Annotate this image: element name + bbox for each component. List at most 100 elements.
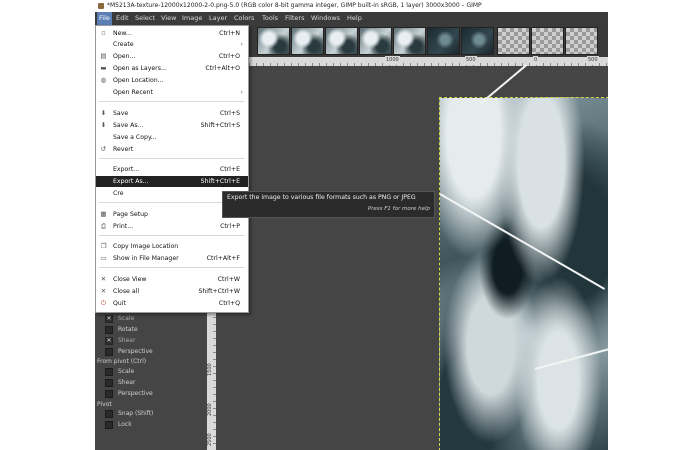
menu-item-export-as[interactable]: Export As... Shift+Ctrl+E: [96, 176, 248, 187]
tooltip-text: Export the image to various file formats…: [227, 194, 416, 201]
checkbox[interactable]: [105, 367, 113, 376]
image-tabs: [247, 25, 608, 57]
menu-item-label: Print...: [113, 223, 134, 230]
option-pivot-perspective[interactable]: Perspective: [105, 389, 153, 399]
option-shear[interactable]: ✕ Shear: [105, 336, 135, 346]
window-title: *M5213A-texture-12000x12000-2-0.png-5.0 …: [107, 2, 482, 9]
menu-item-label: Copy Image Location: [113, 243, 179, 250]
menu-item-save-copy[interactable]: Save a Copy...: [96, 132, 248, 143]
menu-item-create[interactable]: Create ›: [96, 39, 248, 50]
menu-item-shortcut: Ctrl+N: [219, 30, 240, 37]
menu-item-label: Export...: [113, 166, 140, 173]
image-tab-thumbnail[interactable]: [325, 27, 358, 55]
menu-item-open-as-layers[interactable]: ▬ Open as Layers... Ctrl+Alt+O: [96, 63, 248, 74]
menu-separator: [99, 158, 244, 159]
option-pivot-shear[interactable]: Shear: [105, 378, 135, 388]
menu-tools[interactable]: Tools: [260, 12, 280, 25]
menu-item-quit[interactable]: ⏻ Quit Ctrl+Q: [96, 298, 248, 309]
menu-item-close-all[interactable]: ✕ Close all Shift+Ctrl+W: [96, 286, 248, 297]
menu-item-open[interactable]: ▤ Open... Ctrl+O: [96, 51, 248, 62]
menu-help[interactable]: Help: [345, 12, 364, 25]
menu-separator: [99, 235, 244, 236]
layers-icon: ▬: [100, 64, 107, 72]
option-snap[interactable]: Snap (Shift): [105, 409, 153, 419]
checkbox-checked[interactable]: ✕: [105, 314, 113, 323]
menu-item-close-view[interactable]: ✕ Close View Ctrl+W: [96, 274, 248, 285]
save-icon: ⬇: [100, 109, 107, 117]
submenu-arrow-icon: ›: [240, 89, 243, 96]
menu-item-label: Open Location...: [113, 77, 164, 84]
option-rotate[interactable]: Rotate: [105, 325, 138, 335]
checkbox[interactable]: [105, 378, 113, 387]
option-pivot-scale[interactable]: Scale: [105, 367, 134, 377]
menu-item-shortcut: Shift+Ctrl+W: [198, 288, 240, 295]
image-tab-thumbnail[interactable]: [427, 27, 460, 55]
road-line: [439, 193, 606, 290]
save-as-icon: ⬇: [100, 121, 107, 129]
menu-item-export[interactable]: Export... Ctrl+E: [96, 164, 248, 175]
image-tab-thumbnail[interactable]: [461, 27, 494, 55]
menu-item-shortcut: Shift+Ctrl+E: [200, 178, 240, 185]
menu-item-revert[interactable]: ↺ Revert: [96, 144, 248, 155]
menu-colors[interactable]: Colors: [232, 12, 256, 25]
menu-view[interactable]: View: [159, 12, 178, 25]
checkbox-checked[interactable]: ✕: [105, 336, 113, 345]
option-scale[interactable]: ✕ Scale: [105, 314, 134, 324]
tool-options-panel: ✕ Scale Rotate ✕ Shear Perspective From pi…: [95, 310, 207, 450]
image-tab-thumbnail[interactable]: [497, 27, 530, 55]
option-label: Lock: [118, 421, 132, 428]
globe-icon: ◍: [100, 76, 107, 84]
menu-edit[interactable]: Edit: [114, 12, 131, 25]
menu-filters[interactable]: Filters: [283, 12, 306, 25]
option-label: Shear: [118, 337, 136, 344]
option-label: Scale: [118, 315, 135, 322]
option-label: Perspective: [118, 390, 153, 397]
menu-layer[interactable]: Layer: [207, 12, 229, 25]
image-tab-thumbnail[interactable]: [291, 27, 324, 55]
menu-item-shortcut: Ctrl+S: [219, 110, 240, 117]
menu-item-show-in-file-manager[interactable]: ▭ Show in File Manager Ctrl+Alt+F: [96, 253, 248, 264]
menu-image[interactable]: Image: [180, 12, 204, 25]
option-perspective[interactable]: Perspective: [105, 347, 153, 357]
menu-windows[interactable]: Windows: [309, 12, 342, 25]
aerial-image-layer[interactable]: [439, 64, 608, 450]
menu-item-copy-image-location[interactable]: ❐ Copy Image Location: [96, 241, 248, 252]
tooltip-help-text: Press F1 for more help: [367, 206, 430, 212]
ruler-label: 1000: [385, 56, 400, 65]
checkbox[interactable]: [105, 420, 113, 429]
menu-item-label: Save: [113, 110, 129, 117]
menu-item-label: Revert: [113, 146, 134, 153]
menu-item-open-location[interactable]: ◍ Open Location...: [96, 75, 248, 86]
menu-item-open-recent[interactable]: Open Recent ›: [96, 87, 248, 98]
checkbox[interactable]: [105, 325, 113, 334]
checkbox[interactable]: [105, 389, 113, 398]
menu-item-shortcut: Ctrl+Alt+O: [205, 65, 240, 72]
menu-item-label: Show in File Manager: [113, 255, 179, 262]
menu-item-label: Save a Copy...: [113, 134, 157, 141]
horizontal-ruler[interactable]: 1000 500 0 500: [215, 56, 608, 66]
checkbox[interactable]: [105, 409, 113, 418]
option-label: Shear: [118, 379, 136, 386]
menu-item-label: Open Recent: [113, 89, 153, 96]
ruler-label: 0: [533, 56, 539, 65]
close-icon: ✕: [100, 275, 107, 283]
image-tab-thumbnail[interactable]: [393, 27, 426, 55]
folder-icon: ▭: [100, 254, 107, 262]
option-lock[interactable]: Lock: [105, 420, 132, 430]
checkbox[interactable]: [105, 347, 113, 356]
menu-item-shortcut: Ctrl+E: [219, 166, 240, 173]
menu-item-save-as[interactable]: ⬇ Save As... Shift+Ctrl+S: [96, 120, 248, 131]
image-tab-thumbnail[interactable]: [565, 27, 598, 55]
menu-item-new[interactable]: ▫ New... Ctrl+N: [96, 28, 248, 39]
menu-file[interactable]: File: [97, 12, 112, 25]
menu-item-print[interactable]: ⎙ Print... Ctrl+P: [96, 221, 248, 232]
image-tab-thumbnail[interactable]: [257, 27, 290, 55]
image-tab-thumbnail[interactable]: [531, 27, 564, 55]
menu-item-label: Close all: [113, 288, 140, 295]
title-bar: *M5213A-texture-12000x12000-2-0.png-5.0 …: [95, 0, 608, 12]
menu-select[interactable]: Select: [133, 12, 157, 25]
menu-item-shortcut: Ctrl+Q: [218, 300, 240, 307]
close-all-icon: ✕: [100, 287, 107, 295]
menu-item-save[interactable]: ⬇ Save Ctrl+S: [96, 108, 248, 119]
image-tab-thumbnail[interactable]: [359, 27, 392, 55]
